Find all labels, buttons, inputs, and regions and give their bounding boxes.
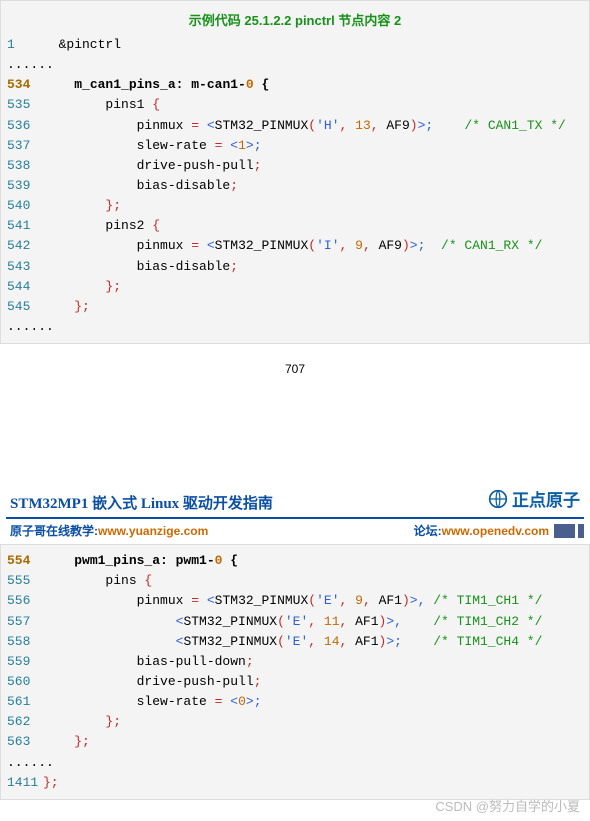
openedv-link[interactable]: www.openedv.com xyxy=(442,524,549,538)
code-dots: ...... xyxy=(1,753,589,773)
line-number: 557 xyxy=(7,612,43,632)
code-content: }; xyxy=(43,712,121,732)
code-content: pins { xyxy=(43,571,152,591)
code-dots: ...... xyxy=(1,55,589,75)
code-content: pinmux = <STM32_PINMUX('H', 13, AF9)>; /… xyxy=(43,116,566,136)
line-number: 1411 xyxy=(7,773,43,793)
code-content: pins1 { xyxy=(43,95,160,115)
code-content: <STM32_PINMUX('E', 14, AF1)>; /* TIM1_CH… xyxy=(43,632,542,652)
code-line: 538 drive-push-pull; xyxy=(1,156,589,176)
line-number: 541 xyxy=(7,216,43,236)
page-spacer xyxy=(0,394,590,484)
code-block-1: 示例代码 25.1.2.2 pinctrl 节点内容 2 1 &pinctrl.… xyxy=(0,0,590,344)
line-number: 554 xyxy=(7,551,43,571)
code-line: 556 pinmux = <STM32_PINMUX('E', 9, AF1)>… xyxy=(1,591,589,611)
line-number: 539 xyxy=(7,176,43,196)
line-number: 563 xyxy=(7,732,43,752)
code-line: 543 bias-disable; xyxy=(1,257,589,277)
code-content: slew-rate = <0>; xyxy=(43,692,262,712)
line-number: 556 xyxy=(7,591,43,611)
line-number: 545 xyxy=(7,297,43,317)
code-line: 561 slew-rate = <0>; xyxy=(1,692,589,712)
line-number: 537 xyxy=(7,136,43,156)
line-number: 558 xyxy=(7,632,43,652)
code-content: pins2 { xyxy=(43,216,160,236)
line-number: 543 xyxy=(7,257,43,277)
code-dots: ...... xyxy=(1,317,589,337)
code-content: bias-disable; xyxy=(43,176,238,196)
code-line: 542 pinmux = <STM32_PINMUX('I', 9, AF9)>… xyxy=(1,236,589,256)
code-line: 1 &pinctrl xyxy=(1,35,589,55)
logo-area: 正点原子 xyxy=(488,486,580,511)
code-content: bias-disable; xyxy=(43,257,238,277)
selection-block xyxy=(554,524,584,538)
globe-icon xyxy=(488,489,508,509)
code-line: 560 drive-push-pull; xyxy=(1,672,589,692)
watermark: CSDN @努力自学的小夏 xyxy=(435,796,580,815)
line-number: 542 xyxy=(7,236,43,256)
document-header: STM32MP1 嵌入式 Linux 驱动开发指南 正点原子 xyxy=(0,484,590,517)
line-number: 1 xyxy=(7,35,43,55)
code-line: 563 }; xyxy=(1,732,589,752)
line-number: 555 xyxy=(7,571,43,591)
code-content: }; xyxy=(43,732,90,752)
code-line: 540 }; xyxy=(1,196,589,216)
code-content: }; xyxy=(43,277,121,297)
code-content: drive-push-pull; xyxy=(43,156,261,176)
code-block-2: 554 pwm1_pins_a: pwm1-0 {555 pins {556 p… xyxy=(0,544,590,800)
code-line: 555 pins { xyxy=(1,571,589,591)
code-content: drive-push-pull; xyxy=(43,672,261,692)
sub-header: 原子哥在线教学:www.yuanzige.com 论坛:www.openedv.… xyxy=(0,519,590,544)
logo-text: 正点原子 xyxy=(512,486,580,511)
code-line: 1411}; xyxy=(1,773,589,793)
doc-title: STM32MP1 嵌入式 Linux 驱动开发指南 xyxy=(10,496,273,512)
code-line: 541 pins2 { xyxy=(1,216,589,236)
line-number: 536 xyxy=(7,116,43,136)
line-number: 544 xyxy=(7,277,43,297)
code-line: 544 }; xyxy=(1,277,589,297)
code-line: 535 pins1 { xyxy=(1,95,589,115)
sub-right: 论坛:www.openedv.com xyxy=(414,522,549,539)
code-content: <STM32_PINMUX('E', 11, AF1)>, /* TIM1_CH… xyxy=(43,612,542,632)
code-content: pinmux = <STM32_PINMUX('E', 9, AF1)>, /*… xyxy=(43,591,542,611)
code-content: bias-pull-down; xyxy=(43,652,254,672)
sub-left: 原子哥在线教学:www.yuanzige.com xyxy=(10,522,208,539)
code-title: 示例代码 25.1.2.2 pinctrl 节点内容 2 xyxy=(1,7,589,35)
code-line: 557 <STM32_PINMUX('E', 11, AF1)>, /* TIM… xyxy=(1,612,589,632)
code-line: 534 m_can1_pins_a: m-can1-0 { xyxy=(1,75,589,95)
code-content: m_can1_pins_a: m-can1-0 { xyxy=(43,75,269,95)
line-number: 538 xyxy=(7,156,43,176)
line-number: 560 xyxy=(7,672,43,692)
code-line: 562 }; xyxy=(1,712,589,732)
code-line: 558 <STM32_PINMUX('E', 14, AF1)>; /* TIM… xyxy=(1,632,589,652)
code-lines-2: 554 pwm1_pins_a: pwm1-0 {555 pins {556 p… xyxy=(1,551,589,793)
page-number: 707 xyxy=(0,362,590,376)
line-number: 540 xyxy=(7,196,43,216)
code-content: }; xyxy=(43,297,90,317)
code-content: }; xyxy=(43,196,121,216)
yuanzige-link[interactable]: www.yuanzige.com xyxy=(98,524,208,538)
code-content: pwm1_pins_a: pwm1-0 { xyxy=(43,551,238,571)
code-line: 536 pinmux = <STM32_PINMUX('H', 13, AF9)… xyxy=(1,116,589,136)
code-content: &pinctrl xyxy=(43,35,121,55)
code-content: pinmux = <STM32_PINMUX('I', 9, AF9)>; /*… xyxy=(43,236,542,256)
code-content: slew-rate = <1>; xyxy=(43,136,262,156)
code-line: 539 bias-disable; xyxy=(1,176,589,196)
line-number: 559 xyxy=(7,652,43,672)
code-content: }; xyxy=(43,773,59,793)
code-line: 559 bias-pull-down; xyxy=(1,652,589,672)
line-number: 561 xyxy=(7,692,43,712)
line-number: 534 xyxy=(7,75,43,95)
code-line: 554 pwm1_pins_a: pwm1-0 { xyxy=(1,551,589,571)
code-lines-1: 1 &pinctrl......534 m_can1_pins_a: m-can… xyxy=(1,35,589,337)
line-number: 562 xyxy=(7,712,43,732)
code-line: 537 slew-rate = <1>; xyxy=(1,136,589,156)
code-line: 545 }; xyxy=(1,297,589,317)
line-number: 535 xyxy=(7,95,43,115)
